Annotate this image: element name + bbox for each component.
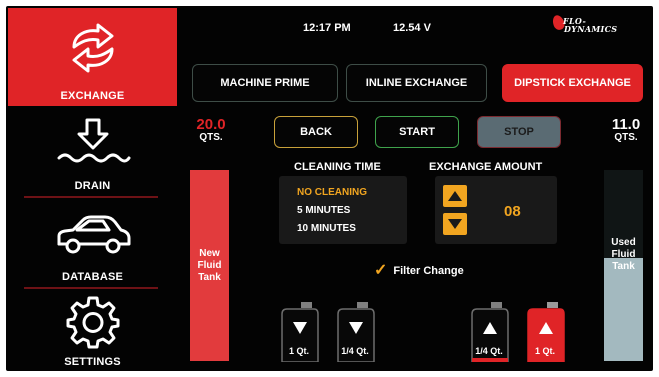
dispense-quarter-qt-up-button[interactable]: 1/4 Qt. bbox=[468, 302, 510, 362]
used-tank-label-line3: Tank bbox=[612, 261, 635, 272]
checkmark-icon: ✓ bbox=[374, 262, 388, 279]
exchange-amount-value: 08 bbox=[504, 203, 521, 220]
sidebar-item-label: DRAIN bbox=[74, 180, 111, 192]
touch-screen: EXCHANGE DRAIN DATABASE SETTINGS 12:17 P… bbox=[6, 6, 653, 371]
new-tank-label-line3: Tank bbox=[198, 271, 221, 283]
logo-text-line2: DYNAMICS bbox=[564, 24, 618, 34]
gear-icon bbox=[66, 294, 120, 350]
used-tank-label: Used Fluid Tank bbox=[604, 237, 643, 273]
stop-button[interactable]: STOP bbox=[477, 116, 561, 148]
used-fluid-tank-gauge bbox=[604, 258, 643, 361]
used-tank-label-line1: Used bbox=[611, 237, 636, 248]
dispense-1-qt-up-button[interactable]: 1 Qt. bbox=[524, 302, 566, 362]
new-tank-label-line1: New bbox=[199, 247, 220, 259]
increase-amount-button[interactable] bbox=[443, 185, 467, 207]
inline-exchange-button[interactable]: INLINE EXCHANGE bbox=[346, 64, 487, 102]
sidebar-item-database[interactable]: DATABASE bbox=[8, 199, 177, 285]
cleaning-option-10-minutes[interactable]: 10 MINUTES bbox=[297, 223, 356, 234]
jug-label: 1 Qt. bbox=[534, 346, 555, 356]
cleaning-option-no-cleaning[interactable]: NO CLEANING bbox=[297, 187, 367, 198]
machine-prime-button[interactable]: MACHINE PRIME bbox=[192, 64, 338, 102]
used-fluid-qty-value: 11.0 bbox=[611, 116, 641, 133]
new-tank-label-line2: Fluid bbox=[197, 259, 222, 271]
car-icon bbox=[53, 207, 133, 263]
sidebar-item-label: DATABASE bbox=[61, 271, 124, 283]
dispense-1-qt-down-button[interactable]: 1 Qt. bbox=[278, 302, 320, 362]
battery-voltage: 12.54 V bbox=[393, 22, 431, 34]
exchange-amount-stepper: 08 bbox=[435, 176, 557, 244]
new-fluid-tank-gauge: New Fluid Tank bbox=[190, 170, 229, 361]
dispense-quarter-qt-down-button[interactable]: 1/4 Qt. bbox=[334, 302, 376, 362]
new-fluid-qty-unit: QTS. bbox=[199, 132, 223, 143]
exchange-arrows-icon bbox=[64, 20, 122, 76]
jug-label: 1/4 Qt. bbox=[475, 346, 503, 356]
jug-label: 1/4 Qt. bbox=[341, 346, 369, 356]
filter-change-label: Filter Change bbox=[393, 265, 464, 277]
drain-arrow-icon bbox=[55, 116, 131, 172]
cleaning-time-heading: CLEANING TIME bbox=[294, 161, 381, 173]
triangle-up-icon bbox=[448, 191, 462, 201]
new-fluid-qty-value: 20.0 bbox=[196, 116, 226, 133]
clock: 12:17 PM bbox=[303, 22, 351, 34]
triangle-down-icon bbox=[448, 219, 462, 229]
start-button[interactable]: START bbox=[375, 116, 459, 148]
sidebar-item-label: EXCHANGE bbox=[60, 90, 125, 102]
exchange-amount-heading: EXCHANGE AMOUNT bbox=[429, 161, 543, 173]
cleaning-time-list: NO CLEANING 5 MINUTES 10 MINUTES bbox=[279, 176, 407, 244]
sidebar-divider bbox=[24, 287, 158, 289]
sidebar-item-drain[interactable]: DRAIN bbox=[8, 108, 177, 194]
used-tank-label-line2: Fluid bbox=[611, 249, 636, 260]
jug-label: 1 Qt. bbox=[288, 346, 309, 356]
dipstick-exchange-button[interactable]: DIPSTICK EXCHANGE bbox=[502, 64, 643, 102]
used-fluid-qty-unit: QTS. bbox=[614, 132, 638, 143]
cleaning-option-5-minutes[interactable]: 5 MINUTES bbox=[297, 205, 350, 216]
sidebar-divider bbox=[24, 196, 158, 198]
sidebar-item-label: SETTINGS bbox=[64, 356, 121, 368]
new-fluid-quantity: 20.0 QTS. bbox=[189, 116, 233, 143]
sidebar-item-exchange[interactable]: EXCHANGE bbox=[8, 8, 177, 106]
back-button[interactable]: BACK bbox=[274, 116, 358, 148]
used-fluid-quantity: 11.0 QTS. bbox=[603, 116, 649, 143]
decrease-amount-button[interactable] bbox=[443, 213, 467, 235]
sidebar-item-settings[interactable]: SETTINGS bbox=[8, 290, 177, 370]
filter-change-toggle[interactable]: ✓ Filter Change bbox=[374, 262, 464, 279]
brand-logo: FLO- DYNAMICS bbox=[549, 12, 633, 38]
